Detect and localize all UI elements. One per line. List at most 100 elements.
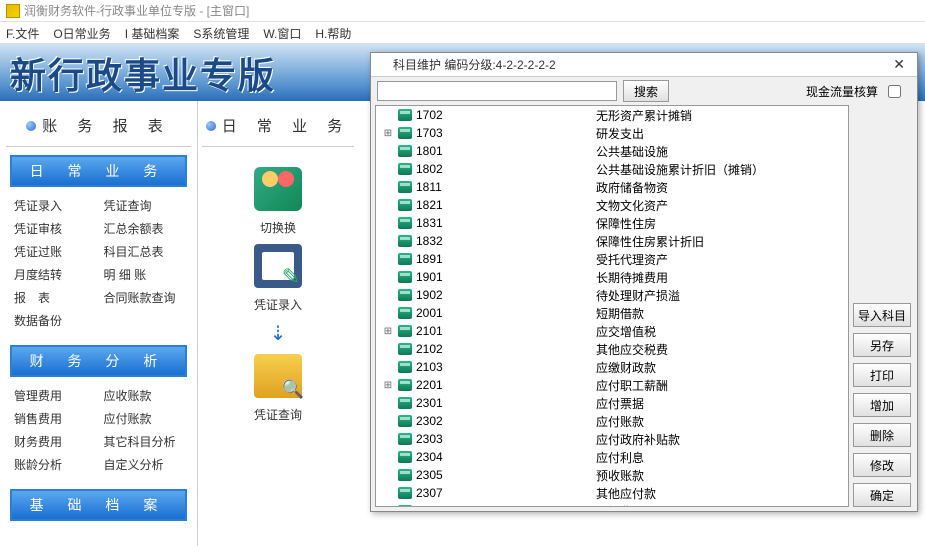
subject-icon (398, 145, 412, 157)
sidebar-link[interactable]: 数据备份 (14, 312, 94, 329)
sidebar-link[interactable]: 财务费用 (14, 433, 94, 450)
sidebar-link[interactable]: 明 细 账 (104, 266, 184, 283)
dialog-toolbar: 搜索 现金流量核算 (371, 77, 917, 105)
cashflow-checkbox[interactable] (888, 85, 901, 98)
expander-icon[interactable]: ⊞ (382, 380, 394, 391)
sidebar-link[interactable]: 应收账款 (104, 387, 184, 404)
expander-icon[interactable]: ⊞ (382, 128, 394, 139)
subject-icon (398, 307, 412, 319)
section-analysis[interactable]: 财 务 分 析 (10, 345, 187, 377)
subject-code: 2305 (416, 468, 596, 482)
sidebar-link[interactable]: 凭证审核 (14, 220, 94, 237)
subject-code: 1802 (416, 162, 596, 176)
subject-code: 1901 (416, 270, 596, 284)
menubar: F.文件 O日常业务 I 基础档案 S系统管理 W.窗口 H.帮助 (0, 22, 925, 44)
search-button[interactable]: 搜索 (623, 80, 669, 102)
sidebar-link[interactable]: 账龄分析 (14, 456, 94, 473)
sidebar-link[interactable]: 其它科目分析 (104, 433, 184, 450)
tree-row[interactable]: 2305预收账款 (376, 466, 848, 484)
tree-row[interactable]: 1832保障性住房累计折旧 (376, 232, 848, 250)
tree-row[interactable]: ⊞2101应交增值税 (376, 322, 848, 340)
tree-row[interactable]: 2304应付利息 (376, 448, 848, 466)
tree-row[interactable]: 2307其他应付款 (376, 484, 848, 502)
tree-row[interactable]: 1831保障性住房 (376, 214, 848, 232)
sidebar-link[interactable]: 凭证查询 (104, 197, 184, 214)
dialog-action-button[interactable]: 打印 (853, 363, 911, 387)
menu-item[interactable]: W.窗口 (263, 25, 301, 40)
search-input[interactable] (377, 81, 617, 101)
subject-tree[interactable]: 1702无形资产累计摊销⊞1703研发支出1801公共基础设施1802公共基础设… (375, 105, 849, 507)
sidebar-link[interactable]: 销售费用 (14, 410, 94, 427)
sidebar-link[interactable]: 月度结转 (14, 266, 94, 283)
dialog-action-button[interactable]: 增加 (853, 393, 911, 417)
menu-item[interactable]: O日常业务 (53, 25, 110, 40)
subject-name: 短期借款 (596, 305, 644, 322)
tree-row[interactable]: 1891受托代理资产 (376, 250, 848, 268)
menu-item[interactable]: I 基础档案 (125, 25, 180, 40)
tree-row[interactable]: 2001短期借款 (376, 304, 848, 322)
tree-row[interactable]: 1702无形资产累计摊销 (376, 106, 848, 124)
subject-name: 待处理财产损溢 (596, 287, 680, 304)
subject-name: 应缴财政款 (596, 359, 656, 376)
sidebar-link[interactable]: 合同账款查询 (104, 289, 184, 306)
subject-name: 公共基础设施 (596, 143, 668, 160)
dialog-buttons: 导入科目另存打印增加删除修改确定 (853, 105, 917, 511)
tree-row[interactable]: 1811政府储备物资 (376, 178, 848, 196)
subject-code: 1902 (416, 288, 596, 302)
menu-item[interactable]: H.帮助 (315, 25, 351, 40)
subject-name: 其他应交税费 (596, 341, 668, 358)
sidebar-link[interactable]: 管理费用 (14, 387, 94, 404)
subject-icon (398, 325, 412, 337)
titlebar: 润衡财务软件-行政事业单位专版 - [主窗口] (0, 0, 925, 22)
subject-code: 1811 (416, 180, 596, 194)
tree-row[interactable]: 2302应付账款 (376, 412, 848, 430)
subject-icon (398, 343, 412, 355)
dialog-action-button[interactable]: 另存 (853, 333, 911, 357)
tree-row[interactable]: 2301应付票据 (376, 394, 848, 412)
voucher-query-label: 凭证查询 (254, 406, 302, 423)
subject-code: 2303 (416, 432, 596, 446)
tree-row[interactable]: 2103应缴财政款 (376, 358, 848, 376)
subject-icon (398, 289, 412, 301)
sidebar-link[interactable]: 凭证录入 (14, 197, 94, 214)
dialog-action-button[interactable]: 确定 (853, 483, 911, 507)
sidebar-link[interactable]: 凭证过账 (14, 243, 94, 260)
tree-row[interactable]: 1901长期待摊费用 (376, 268, 848, 286)
sidebar-link[interactable]: 科目汇总表 (104, 243, 184, 260)
tree-row[interactable]: 2303应付政府补贴款 (376, 430, 848, 448)
expander-icon[interactable]: ⊞ (382, 326, 394, 337)
menu-item[interactable]: F.文件 (6, 25, 39, 40)
dialog-icon (377, 59, 389, 71)
tree-row[interactable]: 1902待处理财产损溢 (376, 286, 848, 304)
sidebar-link[interactable]: 自定义分析 (104, 456, 184, 473)
subject-code: 2307 (416, 486, 596, 500)
sidebar-link[interactable]: 应付账款 (104, 410, 184, 427)
subject-code: 2001 (416, 306, 596, 320)
dialog-action-button[interactable]: 导入科目 (853, 303, 911, 327)
subject-name: 受托代理资产 (596, 251, 668, 268)
dialog-action-button[interactable]: 修改 (853, 453, 911, 477)
dialog-action-button[interactable]: 删除 (853, 423, 911, 447)
voucher-entry-icon[interactable] (254, 244, 302, 288)
section-archive[interactable]: 基 础 档 案 (10, 489, 187, 521)
close-icon[interactable]: ✕ (887, 56, 911, 73)
menu-item[interactable]: S系统管理 (193, 25, 249, 40)
tree-row[interactable]: 2401预提费用 (376, 502, 848, 507)
subject-code: 2102 (416, 342, 596, 356)
sidebar-link[interactable]: 报 表 (14, 289, 94, 306)
voucher-query-icon[interactable] (254, 354, 302, 398)
subject-icon (398, 235, 412, 247)
tree-row[interactable]: 1801公共基础设施 (376, 142, 848, 160)
tree-row[interactable]: 1802公共基础设施累计折旧（摊销） (376, 160, 848, 178)
sidebar-link[interactable]: 汇总余额表 (104, 220, 184, 237)
tree-row[interactable]: ⊞1703研发支出 (376, 124, 848, 142)
subject-code: 1891 (416, 252, 596, 266)
subject-code: 2201 (416, 378, 596, 392)
switch-icon[interactable] (254, 167, 302, 211)
tree-row[interactable]: 1821文物文化资产 (376, 196, 848, 214)
tree-row[interactable]: ⊞2201应付职工薪酬 (376, 376, 848, 394)
tree-row[interactable]: 2102其他应交税费 (376, 340, 848, 358)
subject-icon (398, 127, 412, 139)
subject-name: 应交增值税 (596, 323, 656, 340)
section-daily[interactable]: 日 常 业 务 (10, 155, 187, 187)
